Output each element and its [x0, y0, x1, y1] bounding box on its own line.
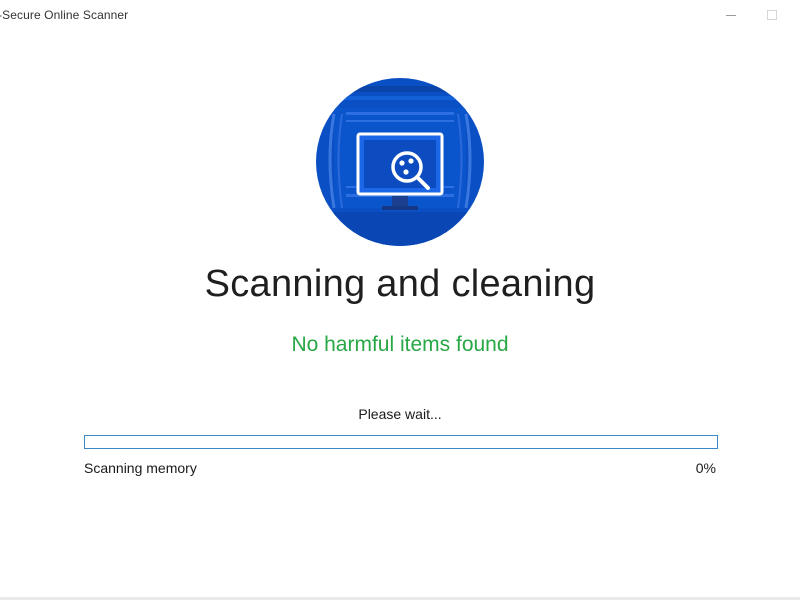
hero-floor [316, 212, 484, 246]
app-window: -Secure Online Scanner Scanning and clea… [0, 0, 800, 600]
please-wait-text: Please wait... [358, 406, 442, 422]
hero-line [346, 112, 454, 115]
window-title: -Secure Online Scanner [0, 8, 129, 22]
hero-stripe-top [316, 86, 484, 92]
germ-dot [399, 160, 405, 166]
hero-stripe [316, 96, 484, 100]
monitor-base [382, 206, 418, 210]
scan-progress-bar [84, 435, 718, 449]
page-title: Scanning and cleaning [204, 263, 596, 305]
minimize-button[interactable] [713, 4, 749, 26]
progress-step-label: Scanning memory [84, 460, 197, 476]
germ-dot [403, 169, 409, 175]
maximize-button[interactable] [754, 4, 790, 26]
title-bar[interactable]: -Secure Online Scanner [0, 0, 800, 30]
scan-status-text: No harmful items found [291, 333, 509, 356]
hero-line [346, 120, 454, 122]
monitor-neck [392, 196, 408, 206]
maximize-icon [767, 10, 777, 20]
scanner-monitor-magnifier-icon [316, 78, 484, 246]
progress-percent-label: 0% [695, 460, 716, 476]
minimize-icon [726, 14, 736, 16]
hero-illustration [316, 78, 484, 246]
germ-dot [408, 158, 414, 164]
